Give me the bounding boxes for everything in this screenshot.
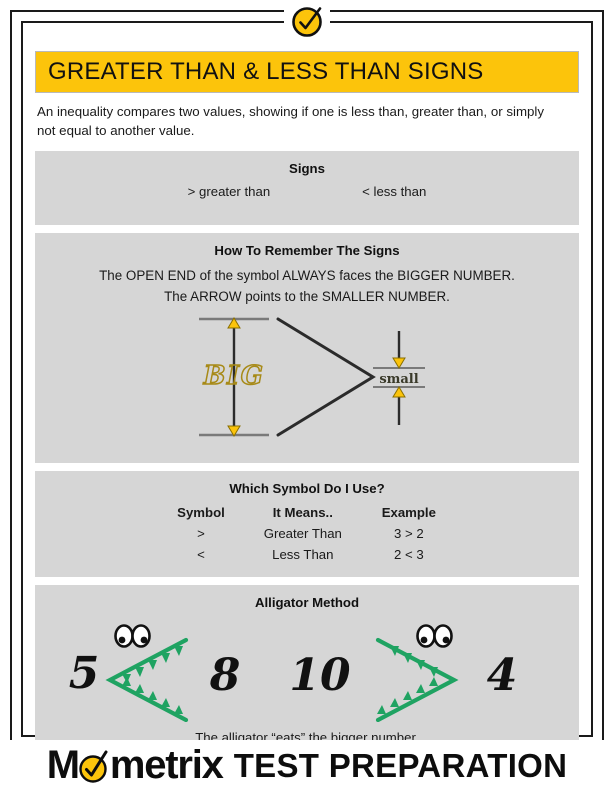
page-title-bar: GREATER THAN & LESS THAN SIGNS (35, 51, 579, 93)
remember-panel: How To Remember The Signs The OPEN END o… (35, 232, 579, 464)
cell-means: Less Than (272, 547, 334, 563)
logo-suffix: metrix (109, 743, 224, 787)
alligator-panel: Alligator Method 5 8 10 4 The alligator … (35, 585, 579, 760)
symbol-table-panel: Which Symbol Do I Use? Symbol It Means..… (35, 471, 579, 578)
alligator-mouth-greater-than (375, 638, 459, 723)
symbol-table: Symbol It Means.. Example > Greater Than… (163, 504, 451, 565)
cell-symbol: < (197, 547, 205, 563)
alligator-illustration: 5 8 10 4 (45, 618, 569, 724)
col-header-means: It Means.. (272, 505, 333, 521)
big-label: BIG (203, 361, 265, 391)
table-header-row: Symbol It Means.. Example (163, 504, 451, 523)
cell-symbol: > (197, 526, 205, 542)
table-row: > Greater Than 3 > 2 (163, 523, 451, 544)
signs-row: > greater than < less than (45, 184, 569, 213)
cell-example: 2 < 3 (393, 547, 424, 563)
alligator-eyes-icon-1 (114, 624, 151, 649)
cell-example: 3 > 2 (393, 526, 424, 542)
remember-line-2: The ARROW points to the SMALLER NUMBER. (164, 288, 450, 304)
col-header-symbol: Symbol (177, 505, 225, 521)
small-label: small (379, 372, 418, 387)
alligator-number-right-2: 4 (487, 650, 518, 701)
alligator-number-left-2: 10 (289, 650, 351, 701)
alligator-eyes-icon-2 (416, 624, 453, 649)
intro-paragraph: An inequality compares two values, showi… (37, 104, 545, 138)
check-circle-icon (284, 3, 330, 39)
page-title: GREATER THAN & LESS THAN SIGNS (48, 58, 484, 85)
logo-wordmark: M metrix (46, 743, 224, 787)
alligator-panel-title: Alligator Method (254, 595, 360, 611)
sign-greater-than: > greater than (187, 183, 271, 199)
logo-check-circle-icon (77, 745, 111, 785)
cell-means: Greater Than (263, 526, 342, 542)
alligator-number-left-1: 5 (69, 648, 100, 699)
logo-prefix: M (46, 743, 80, 787)
outer-frame: GREATER THAN & LESS THAN SIGNS An inequa… (10, 3, 604, 760)
big-small-diagram: BIG small (45, 311, 569, 451)
brand-footer: M metrix TEST PREPARATION (0, 740, 614, 790)
remember-lines: The OPEN END of the symbol ALWAYS faces … (45, 266, 569, 308)
logo-tagline: TEST PREPARATION (233, 746, 568, 784)
remember-line-1: The OPEN END of the symbol ALWAYS faces … (99, 267, 515, 283)
alligator-number-right-1: 8 (209, 650, 241, 701)
remember-panel-title: How To Remember The Signs (214, 242, 400, 258)
signs-panel-title: Signs (289, 160, 325, 176)
symbol-panel-title: Which Symbol Do I Use? (229, 481, 385, 497)
alligator-mouth-less-than (105, 638, 189, 723)
col-header-example: Example (381, 505, 436, 521)
infographic-page: GREATER THAN & LESS THAN SIGNS An inequa… (0, 0, 614, 794)
signs-panel: Signs > greater than < less than (35, 150, 579, 225)
sign-less-than: < less than (362, 183, 427, 199)
table-row: < Less Than 2 < 3 (163, 544, 451, 565)
inner-frame: GREATER THAN & LESS THAN SIGNS An inequa… (21, 3, 593, 760)
